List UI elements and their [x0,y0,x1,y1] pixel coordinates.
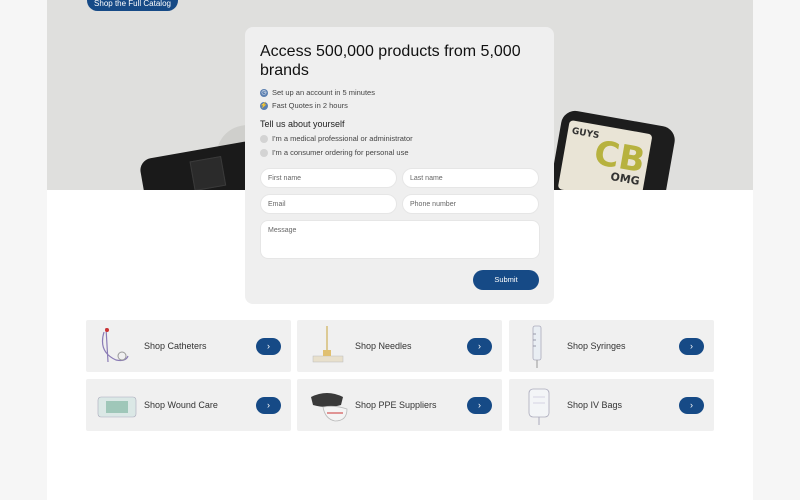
clock-icon: ◷ [260,88,268,97]
lightning-icon: ⚡ [260,101,268,110]
signup-form: Access 500,000 products from 5,000 brand… [245,27,554,304]
form-title: Access 500,000 products from 5,000 brand… [260,43,521,79]
category-label: Shop PPE Suppliers [355,400,437,410]
cbd-bottle-image: GUYS CBD OMG [548,108,677,190]
submit-button[interactable]: Submit [473,270,539,290]
chevron-right-icon[interactable]: › [256,396,281,414]
option-consumer[interactable]: I'm a consumer ordering for personal use [260,148,539,157]
feature-item: ⚡ Fast Quotes in 2 hours [260,101,348,110]
needle-icon [303,322,351,370]
catheter-icon [92,322,140,370]
chevron-right-icon[interactable]: › [679,396,704,414]
about-heading: Tell us about yourself [260,119,345,129]
radio-button[interactable] [260,148,268,157]
category-syringes[interactable]: Shop Syringes › [509,320,714,372]
radio-button[interactable] [260,134,268,143]
category-ppe[interactable]: Shop PPE Suppliers › [297,379,502,431]
category-label: Shop Wound Care [144,400,218,410]
shop-catalog-button[interactable]: Shop the Full Catalog [87,0,178,11]
last-name-field[interactable]: Last name [402,168,539,188]
chevron-right-icon[interactable]: › [679,337,704,355]
wound-care-icon [92,381,140,429]
chevron-right-icon[interactable]: › [467,337,492,355]
category-needles[interactable]: Shop Needles › [297,320,502,372]
message-field[interactable]: Message [260,220,540,259]
category-label: Shop Syringes [567,341,626,351]
syringe-icon [515,322,563,370]
option-medical-professional[interactable]: I'm a medical professional or administra… [260,134,539,143]
first-name-field[interactable]: First name [260,168,397,188]
category-iv-bags[interactable]: Shop IV Bags › [509,379,714,431]
category-label: Shop IV Bags [567,400,623,410]
category-label: Shop Catheters [144,341,207,351]
category-catheters[interactable]: Shop Catheters › [86,320,291,372]
dropper-bottle-left [138,140,261,190]
feature-item: ◷ Set up an account in 5 minutes [260,88,375,97]
email-field[interactable]: Email [260,194,397,214]
chevron-right-icon[interactable]: › [467,396,492,414]
category-wound-care[interactable]: Shop Wound Care › [86,379,291,431]
chevron-right-icon[interactable]: › [256,337,281,355]
ppe-icon [303,381,351,429]
phone-field[interactable]: Phone number [402,194,539,214]
iv-bag-icon [515,381,563,429]
category-label: Shop Needles [355,341,412,351]
